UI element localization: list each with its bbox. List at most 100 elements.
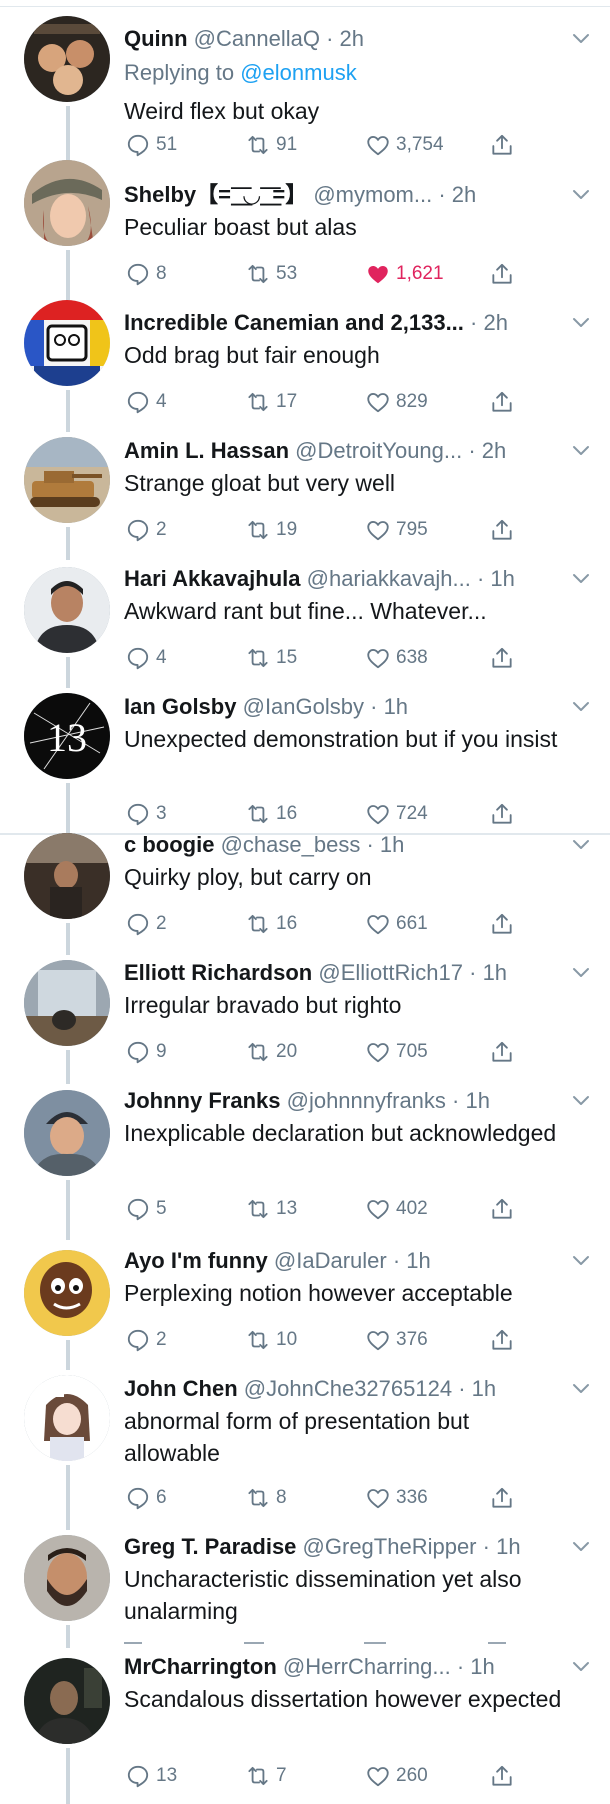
chevron-down-icon[interactable]: [572, 1661, 590, 1673]
reply-button[interactable]: 5: [124, 1195, 167, 1223]
like-button[interactable]: 376: [364, 1326, 428, 1354]
user-handle[interactable]: @hariakkavajh...: [307, 566, 471, 591]
display-name[interactable]: Johnny Franks: [124, 1088, 280, 1113]
timestamp[interactable]: · 2h: [470, 310, 508, 335]
user-handle[interactable]: @DetroitYoung...: [295, 438, 462, 463]
timestamp[interactable]: · 1h: [452, 1088, 490, 1113]
retweet-button[interactable]: 15: [244, 644, 297, 672]
timestamp[interactable]: · 2h: [468, 438, 506, 463]
share-button[interactable]: [488, 1762, 520, 1790]
user-handle[interactable]: @ElliottRich17: [318, 960, 463, 985]
user-handle[interactable]: @CannellaQ: [194, 26, 320, 51]
reply-button[interactable]: 3: [124, 800, 167, 828]
like-button[interactable]: 724: [364, 800, 428, 828]
share-button[interactable]: [488, 1195, 520, 1223]
share-button[interactable]: [488, 388, 520, 416]
chevron-down-icon[interactable]: [572, 189, 590, 201]
user-handle[interactable]: @IanGolsby: [243, 694, 364, 719]
reply-button[interactable]: 13: [124, 1762, 177, 1790]
avatar[interactable]: [24, 1250, 110, 1336]
like-button[interactable]: 661: [364, 910, 428, 938]
mention-link[interactable]: @elonmusk: [240, 60, 357, 85]
reply-button[interactable]: 4: [124, 388, 167, 416]
share-button[interactable]: [488, 131, 520, 159]
user-handle[interactable]: @johnnnyfranks: [287, 1088, 446, 1113]
chevron-down-icon[interactable]: [572, 445, 590, 457]
avatar[interactable]: [24, 960, 110, 1046]
timestamp[interactable]: · 1h: [366, 832, 404, 857]
retweet-button[interactable]: 16: [244, 800, 297, 828]
user-handle[interactable]: @mymom...: [313, 182, 432, 207]
retweet-button[interactable]: 10: [244, 1326, 297, 1354]
avatar[interactable]: [24, 437, 110, 523]
display-name[interactable]: Ayo I'm funny: [124, 1248, 268, 1273]
avatar[interactable]: [24, 1090, 110, 1176]
share-button[interactable]: [488, 644, 520, 672]
user-handle[interactable]: @GregTheRipper: [303, 1534, 477, 1559]
reply-button[interactable]: 4: [124, 644, 167, 672]
timestamp[interactable]: · 2h: [438, 182, 476, 207]
display-name[interactable]: MrCharrington: [124, 1654, 277, 1679]
retweet-button[interactable]: 20: [244, 1038, 297, 1066]
reply-button[interactable]: 51: [124, 131, 177, 159]
like-button[interactable]: 638: [364, 644, 428, 672]
retweet-button[interactable]: 53: [244, 260, 297, 288]
chevron-down-icon[interactable]: [572, 1095, 590, 1107]
timestamp[interactable]: · 1h: [457, 1654, 495, 1679]
share-button[interactable]: [488, 1484, 520, 1512]
chevron-down-icon[interactable]: [572, 967, 590, 979]
display-name[interactable]: Amin L. Hassan: [124, 438, 289, 463]
display-name[interactable]: Quinn: [124, 26, 188, 51]
share-button[interactable]: [488, 1326, 520, 1354]
retweet-button[interactable]: 7: [244, 1762, 287, 1790]
retweet-button[interactable]: 17: [244, 388, 297, 416]
like-button[interactable]: 829: [364, 388, 428, 416]
like-button[interactable]: 795: [364, 516, 428, 544]
chevron-down-icon[interactable]: [572, 1541, 590, 1553]
display-name[interactable]: Shelby【= ͟͟͞ ◡ ͟͟͞ =】: [124, 182, 307, 207]
reply-button[interactable]: 2: [124, 516, 167, 544]
chevron-down-icon[interactable]: [572, 839, 590, 851]
chevron-down-icon[interactable]: [572, 701, 590, 713]
user-handle[interactable]: @chase_bess: [221, 832, 361, 857]
chevron-down-icon[interactable]: [572, 1383, 590, 1395]
timestamp[interactable]: · 1h: [477, 566, 515, 591]
share-button[interactable]: [488, 800, 520, 828]
chevron-down-icon[interactable]: [572, 33, 590, 45]
display-name[interactable]: Ian Golsby: [124, 694, 236, 719]
chevron-down-icon[interactable]: [572, 1255, 590, 1267]
avatar[interactable]: [24, 1535, 110, 1621]
display-name[interactable]: Elliott Richardson: [124, 960, 312, 985]
avatar[interactable]: [24, 300, 110, 386]
reply-button[interactable]: 8: [124, 260, 167, 288]
timestamp[interactable]: · 1h: [458, 1376, 496, 1401]
display-name[interactable]: c boogie: [124, 832, 214, 857]
share-button[interactable]: [488, 1038, 520, 1066]
chevron-down-icon[interactable]: [572, 317, 590, 329]
timestamp[interactable]: · 1h: [370, 694, 408, 719]
timestamp[interactable]: · 2h: [326, 26, 364, 51]
share-button[interactable]: [488, 910, 520, 938]
like-button[interactable]: 705: [364, 1038, 428, 1066]
retweet-button[interactable]: 19: [244, 516, 297, 544]
avatar[interactable]: [24, 1658, 110, 1744]
retweet-button[interactable]: 91: [244, 131, 297, 159]
share-button[interactable]: [488, 260, 520, 288]
avatar[interactable]: [24, 567, 110, 653]
timestamp[interactable]: · 1h: [469, 960, 507, 985]
avatar[interactable]: [24, 160, 110, 246]
like-button[interactable]: 1,621: [364, 260, 444, 288]
retweet-button[interactable]: 8: [244, 1484, 287, 1512]
avatar[interactable]: 13: [24, 693, 110, 779]
display-name[interactable]: John Chen: [124, 1376, 238, 1401]
share-button[interactable]: [488, 516, 520, 544]
reply-button[interactable]: 9: [124, 1038, 167, 1066]
user-handle[interactable]: @JohnChe32765124: [244, 1376, 452, 1401]
reply-button[interactable]: 6: [124, 1484, 167, 1512]
user-handle[interactable]: @HerrCharring...: [283, 1654, 451, 1679]
display-name[interactable]: Hari Akkavajhula: [124, 566, 301, 591]
avatar[interactable]: [24, 833, 110, 919]
like-button[interactable]: 260: [364, 1762, 428, 1790]
display-name[interactable]: Greg T. Paradise: [124, 1534, 296, 1559]
like-button[interactable]: 3,754: [364, 131, 444, 159]
